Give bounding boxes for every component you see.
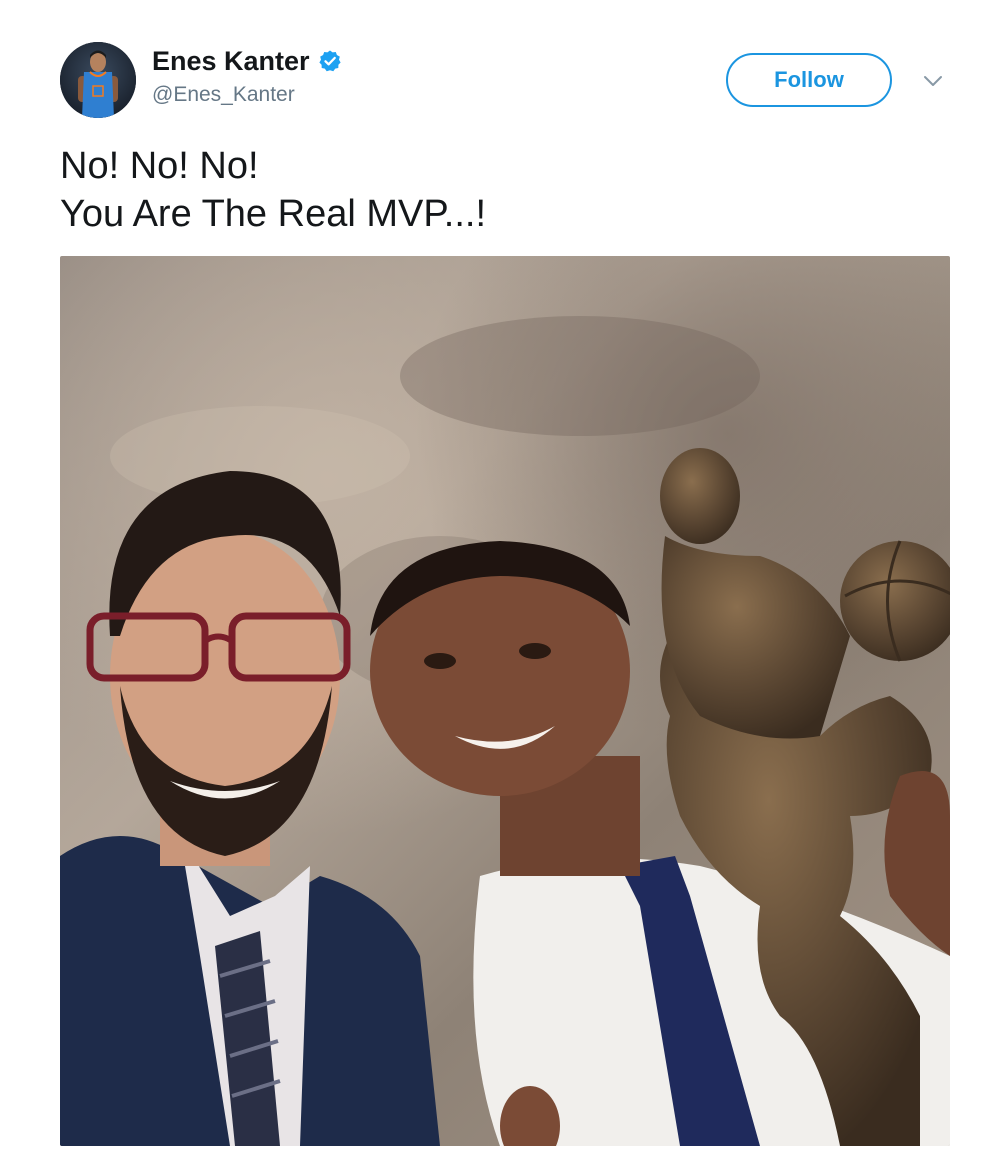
- tweet-photo[interactable]: [60, 256, 950, 1146]
- photo-image: [60, 256, 950, 1146]
- tweet-card: Enes Kanter @Enes_Kanter Follow No! No! …: [0, 0, 1000, 1156]
- tweet-text-line: No! No! No!: [60, 145, 259, 187]
- avatar-image: [60, 42, 136, 118]
- user-avatar-icon[interactable]: [60, 42, 136, 118]
- verified-badge-icon: [318, 49, 342, 73]
- follow-button[interactable]: Follow: [726, 53, 892, 107]
- tweet-text: No! No! No! You Are The Real MVP...!: [60, 142, 940, 238]
- author-handle[interactable]: @Enes_Kanter: [152, 82, 295, 108]
- chevron-down-icon[interactable]: [918, 66, 948, 96]
- author-display-name[interactable]: Enes Kanter: [152, 44, 310, 78]
- author-name-row[interactable]: Enes Kanter: [152, 44, 342, 78]
- tweet-text-line: You Are The Real MVP...!: [60, 193, 487, 235]
